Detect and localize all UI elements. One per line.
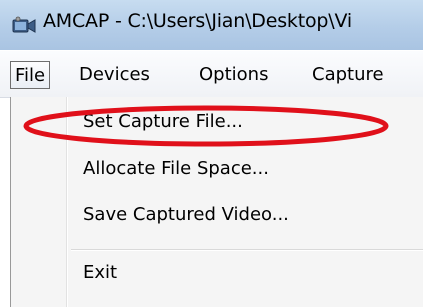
menu-item-save-captured-video[interactable]: Save Captured Video... [83, 204, 289, 225]
menu-capture[interactable]: Capture [308, 61, 388, 89]
menu-item-allocate-file-space[interactable]: Allocate File Space... [83, 158, 269, 179]
red-annotation-ellipse [23, 105, 389, 147]
menu-options[interactable]: Options [195, 61, 272, 89]
window-title: AMCAP - C:\Users\Jian\Desktop\Vi [43, 10, 352, 32]
title-bar: AMCAP - C:\Users\Jian\Desktop\Vi [0, 0, 423, 50]
menu-file[interactable]: File [10, 61, 51, 89]
menu-devices[interactable]: Devices [75, 61, 154, 89]
menu-bar: File Devices Options Capture [0, 51, 423, 98]
menu-item-exit[interactable]: Exit [83, 262, 117, 283]
video-camera-icon[interactable] [12, 16, 36, 36]
